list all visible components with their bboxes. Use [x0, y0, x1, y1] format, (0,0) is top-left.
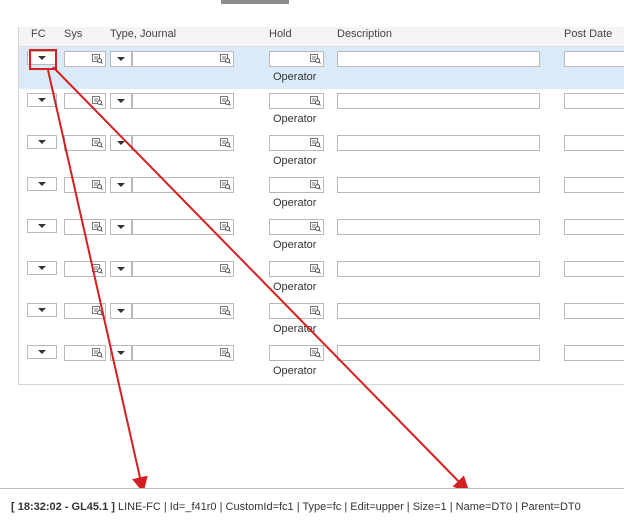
arrow-to-line-fc	[47, 69, 148, 493]
status-text: [ 18:32:02 - GL45.1 ] LINE-FC | Id=_f41r…	[11, 501, 581, 513]
arrow-to-name-dt0	[52, 66, 470, 493]
status-time-screen: [ 18:32:02 - GL45.1 ]	[11, 501, 115, 513]
status-bar: [ 18:32:02 - GL45.1 ] LINE-FC | Id=_f41r…	[0, 488, 624, 523]
annotation-arrows	[47, 66, 470, 493]
status-details: LINE-FC | Id=_f41r0 | CustomId=fc1 | Typ…	[114, 501, 581, 513]
